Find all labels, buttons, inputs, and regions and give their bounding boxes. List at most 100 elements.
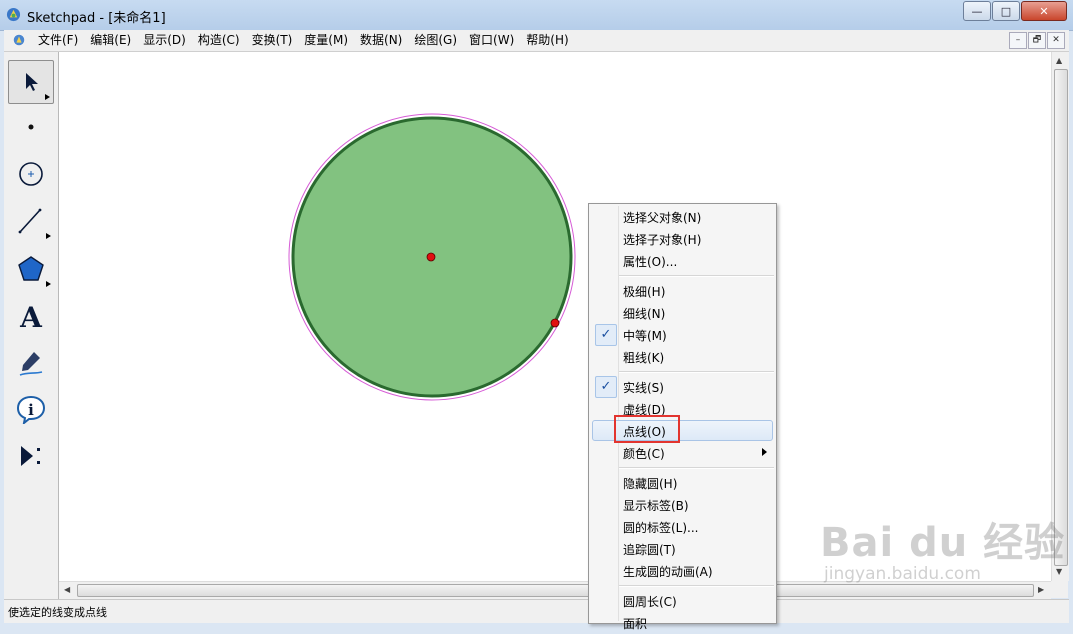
watermark-main: Bai du 经验 (820, 520, 1066, 566)
doc-restore-button[interactable]: 🗗 (1028, 32, 1046, 49)
segment-icon (18, 208, 42, 234)
doc-minimize-button[interactable]: – (1009, 32, 1027, 49)
menu-item-5[interactable]: 度量(M) (298, 30, 354, 51)
polygon-tool[interactable] (8, 248, 54, 290)
context-menu: 选择父对象(N) 选择子对象(H) 属性(O)... 极细(H) 细线(N) ✓ 中等(M)… (588, 203, 777, 631)
context-menu-item[interactable]: 选择子对象(H) (589, 228, 776, 250)
document-window-controls: – 🗗 ✕ (1008, 32, 1065, 49)
status-text: 使选定的线变成点线 (8, 606, 107, 619)
compass-tool[interactable] (8, 153, 54, 195)
status-bar: 使选定的线变成点线 (4, 599, 1069, 623)
context-menu-item-label: 圆周长(C) (623, 595, 677, 609)
annotation-highlight-box (614, 415, 680, 443)
context-menu-item[interactable]: 圆周长(C) (589, 590, 776, 612)
context-menu-item[interactable]: 属性(O)... (589, 250, 776, 272)
point-icon (28, 124, 34, 130)
close-button[interactable]: ✕ (1021, 1, 1067, 21)
context-menu-item-label: 粗线(K) (623, 351, 665, 365)
info-icon: i (16, 395, 46, 424)
context-menu-item-label: 隐藏圆(H) (623, 477, 678, 491)
context-menu-item-label: 选择父对象(N) (623, 211, 702, 225)
tool-menu-indicator (46, 281, 51, 287)
window-title: Sketchpad - [未命名1] (27, 11, 166, 26)
context-menu-item-label: 实线(S) (623, 381, 664, 395)
scroll-up-icon[interactable]: ▲ (1056, 56, 1062, 65)
context-menu-item-label: 面积 (623, 617, 648, 631)
menu-item-8[interactable]: 窗口(W) (463, 30, 520, 51)
context-menu-item-label: 中等(M) (623, 329, 667, 343)
context-menu-item[interactable]: 面积 (589, 612, 776, 634)
center-point[interactable] (426, 252, 436, 262)
sketch-drawing (288, 113, 576, 401)
sketchpad-app-icon (6, 7, 21, 22)
menu-items: 文件(F) 编辑(E) 显示(D) 构造(C) 变换(T) 度量(M) 数据(N) 绘图(G)… (32, 30, 575, 51)
menu-item-4[interactable]: 变换(T) (246, 30, 299, 51)
menu-item-1[interactable]: 编辑(E) (84, 30, 137, 51)
context-menu-item[interactable]: 隐藏圆(H) (589, 472, 776, 494)
document-icon[interactable] (12, 33, 26, 47)
custom-tool-icon (21, 446, 40, 466)
menu-separator (619, 467, 774, 469)
sketch-canvas[interactable] (59, 52, 1051, 581)
context-menu-item-label: 圆的标签(L)... (623, 521, 699, 535)
menu-item-7[interactable]: 绘图(G) (408, 30, 463, 51)
title-bar: Sketchpad - [未命名1] — □ ✕ (0, 0, 1073, 31)
scroll-left-icon[interactable]: ◀ (64, 585, 70, 594)
menu-item-0[interactable]: 文件(F) (32, 30, 84, 51)
menu-bar: 文件(F) 编辑(E) 显示(D) 构造(C) 变换(T) 度量(M) 数据(N) 绘图(G)… (4, 30, 1069, 52)
marker-tool[interactable] (8, 342, 54, 384)
context-menu-item-label: 颜色(C) (623, 447, 665, 461)
tool-menu-indicator (45, 94, 50, 100)
context-menu-item[interactable]: 圆的标签(L)... (589, 516, 776, 538)
point-tool[interactable] (8, 106, 54, 148)
context-menu-item[interactable]: 粗线(K) (589, 346, 776, 368)
vertical-scrollbar[interactable]: ▲ ▼ (1051, 52, 1069, 581)
menu-item-6[interactable]: 数据(N) (354, 30, 408, 51)
text-icon: A (20, 300, 42, 334)
scroll-right-icon[interactable]: ▶ (1038, 585, 1044, 594)
context-menu-item-label: 显示标签(B) (623, 499, 689, 513)
polygon-icon (18, 256, 44, 281)
context-menu-item[interactable]: ✓ 中等(M) (589, 324, 776, 346)
compass-icon (19, 162, 43, 186)
vertical-scroll-thumb[interactable] (1054, 69, 1068, 566)
horizontal-scroll-thumb[interactable] (77, 584, 1034, 597)
tool-menu-indicator (46, 233, 51, 239)
baidu-watermark: Bai du 经验 jingyan.baidu.com (820, 510, 1065, 584)
menu-item-3[interactable]: 构造(C) (192, 30, 246, 51)
menu-separator (619, 275, 774, 277)
context-menu-item[interactable]: 显示标签(B) (589, 494, 776, 516)
arrow-select-tool[interactable] (8, 60, 54, 104)
checkmark-icon: ✓ (595, 376, 617, 398)
menu-item-9[interactable]: 帮助(H) (520, 30, 574, 51)
context-menu-item-label: 细线(N) (623, 307, 666, 321)
radius-point[interactable] (550, 318, 560, 328)
window-controls: — □ ✕ (962, 1, 1067, 21)
menu-separator (619, 371, 774, 373)
context-menu-item-label: 极细(H) (623, 285, 666, 299)
context-menu-item-label: 属性(O)... (623, 255, 678, 269)
toolbox: A i (4, 52, 59, 599)
information-tool[interactable]: i (8, 388, 54, 430)
context-menu-item-label: 追踪圆(T) (623, 543, 676, 557)
submenu-arrow-icon (762, 448, 767, 456)
straightedge-tool[interactable] (8, 200, 54, 242)
minimize-button[interactable]: — (963, 1, 991, 21)
context-menu-item[interactable]: 追踪圆(T) (589, 538, 776, 560)
context-menu-item-label: 选择子对象(H) (623, 233, 702, 247)
maximize-button[interactable]: □ (992, 1, 1020, 21)
context-menu-item[interactable]: 选择父对象(N) (589, 206, 776, 228)
svg-text:i: i (28, 401, 34, 419)
context-menu-item[interactable]: 生成圆的动画(A) (589, 560, 776, 582)
custom-tool[interactable] (8, 435, 54, 477)
menu-item-2[interactable]: 显示(D) (137, 30, 192, 51)
context-menu-item[interactable]: ✓ 实线(S) (589, 376, 776, 398)
context-menu-item[interactable]: 颜色(C) (589, 442, 776, 464)
marker-icon (19, 352, 43, 376)
context-menu-item[interactable]: 细线(N) (589, 302, 776, 324)
doc-close-button[interactable]: ✕ (1047, 32, 1065, 49)
text-tool[interactable]: A (8, 296, 54, 338)
context-menu-item-label: 生成圆的动画(A) (623, 565, 713, 579)
checkmark-icon: ✓ (595, 324, 617, 346)
context-menu-item[interactable]: 极细(H) (589, 280, 776, 302)
